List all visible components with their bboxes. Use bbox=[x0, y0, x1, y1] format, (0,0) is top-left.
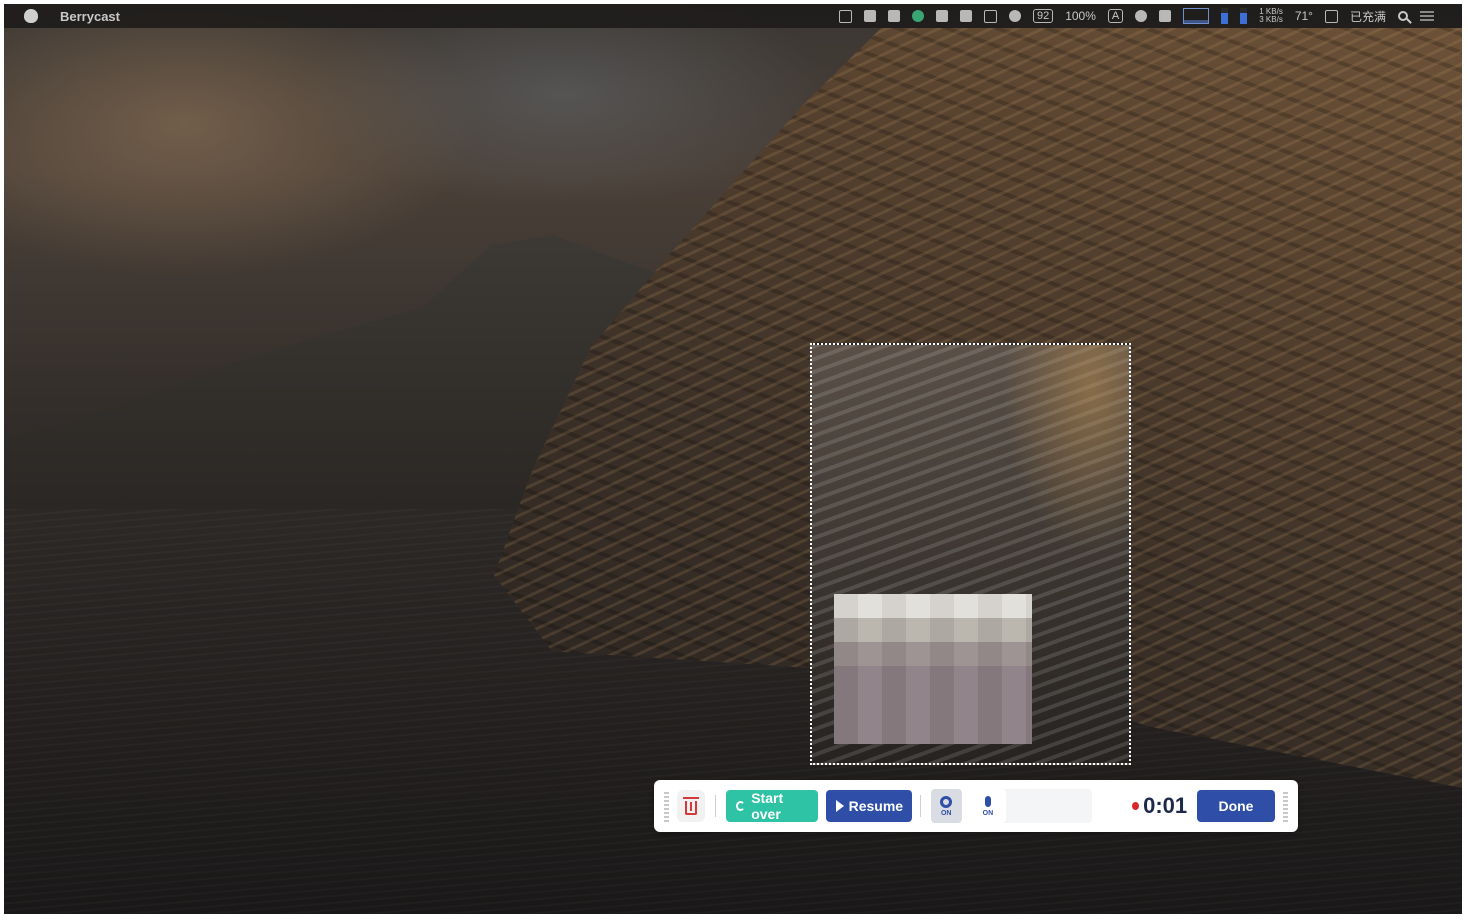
network-speed[interactable]: 1 KB/s 3 KB/s bbox=[1259, 8, 1283, 24]
done-label: Done bbox=[1218, 798, 1254, 814]
toggle-icon[interactable] bbox=[983, 9, 997, 23]
charging-status[interactable]: 已充满 bbox=[1350, 8, 1386, 25]
microphone-state: ON bbox=[982, 809, 994, 817]
app-menu-name[interactable]: Berrycast bbox=[60, 9, 120, 24]
sliders-icon[interactable] bbox=[959, 10, 972, 22]
memory-bar-icon[interactable] bbox=[1221, 8, 1229, 24]
dots-icon[interactable] bbox=[1008, 10, 1021, 22]
network-download: 3 KB/s bbox=[1259, 15, 1283, 24]
magic-wand-icon[interactable] bbox=[887, 10, 900, 22]
disk-bar-icon[interactable] bbox=[1240, 8, 1248, 24]
delete-recording-button[interactable] bbox=[677, 790, 706, 822]
battery-level[interactable]: 92 bbox=[1032, 9, 1054, 23]
recording-indicator-dot bbox=[1132, 802, 1140, 810]
spotlight-search-icon[interactable] bbox=[1398, 11, 1408, 21]
done-button[interactable]: Done bbox=[1197, 790, 1275, 822]
drag-handle-right[interactable] bbox=[1282, 790, 1288, 822]
restart-icon bbox=[736, 801, 746, 811]
webcam-pixelation bbox=[834, 594, 1032, 744]
webcam-preview-blurred[interactable] bbox=[834, 594, 1032, 744]
battery-icon[interactable] bbox=[1324, 9, 1338, 23]
webcam-icon bbox=[940, 795, 953, 808]
toolbar-divider bbox=[715, 795, 717, 817]
resume-label: Resume bbox=[848, 798, 904, 814]
microphone-icon bbox=[984, 795, 991, 807]
microphone-level-area: ON bbox=[969, 789, 1093, 823]
bookmark-icon[interactable] bbox=[863, 10, 876, 22]
webcam-toggle-button[interactable]: ON bbox=[930, 789, 962, 823]
start-over-button[interactable]: Start over bbox=[726, 790, 818, 822]
start-over-label: Start over bbox=[751, 790, 784, 822]
resume-button[interactable]: Resume bbox=[825, 790, 912, 822]
berrycast-status-icon[interactable] bbox=[911, 10, 924, 22]
input-source[interactable]: A bbox=[1107, 9, 1124, 23]
play-icon bbox=[835, 800, 844, 812]
menu-bar: Berrycast 92 100% A 1 KB/s 3 KB/s 71° 已充… bbox=[4, 4, 1462, 28]
trash-icon bbox=[683, 797, 700, 815]
cpu-graph-icon[interactable] bbox=[1183, 8, 1210, 24]
battery-percent[interactable]: 100% bbox=[1065, 9, 1096, 23]
temperature[interactable]: 71° bbox=[1295, 9, 1313, 23]
microphone-toggle-button[interactable]: ON bbox=[969, 789, 1006, 823]
webcam-state: ON bbox=[940, 809, 952, 817]
drag-handle-left[interactable] bbox=[664, 790, 670, 822]
apple-icon[interactable] bbox=[24, 9, 38, 23]
audio-levels-icon[interactable] bbox=[1159, 10, 1172, 22]
menu-bar-status-items: 92 100% A 1 KB/s 3 KB/s 71° 已充满 bbox=[838, 8, 1434, 25]
recording-timer: 0:01 bbox=[1143, 793, 1188, 818]
toolbar-divider bbox=[919, 795, 921, 817]
capture-highlight bbox=[1002, 345, 1129, 554]
display-icon[interactable] bbox=[935, 10, 948, 22]
screenshot-icon[interactable] bbox=[838, 9, 852, 23]
recording-toolbar: Start over Resume ON ON 0:01 Done bbox=[654, 780, 1298, 832]
snowflake-icon[interactable] bbox=[1135, 10, 1148, 22]
desktop: Berrycast 92 100% A 1 KB/s 3 KB/s 71° 已充… bbox=[4, 4, 1462, 914]
notification-center-icon[interactable] bbox=[1420, 11, 1434, 21]
